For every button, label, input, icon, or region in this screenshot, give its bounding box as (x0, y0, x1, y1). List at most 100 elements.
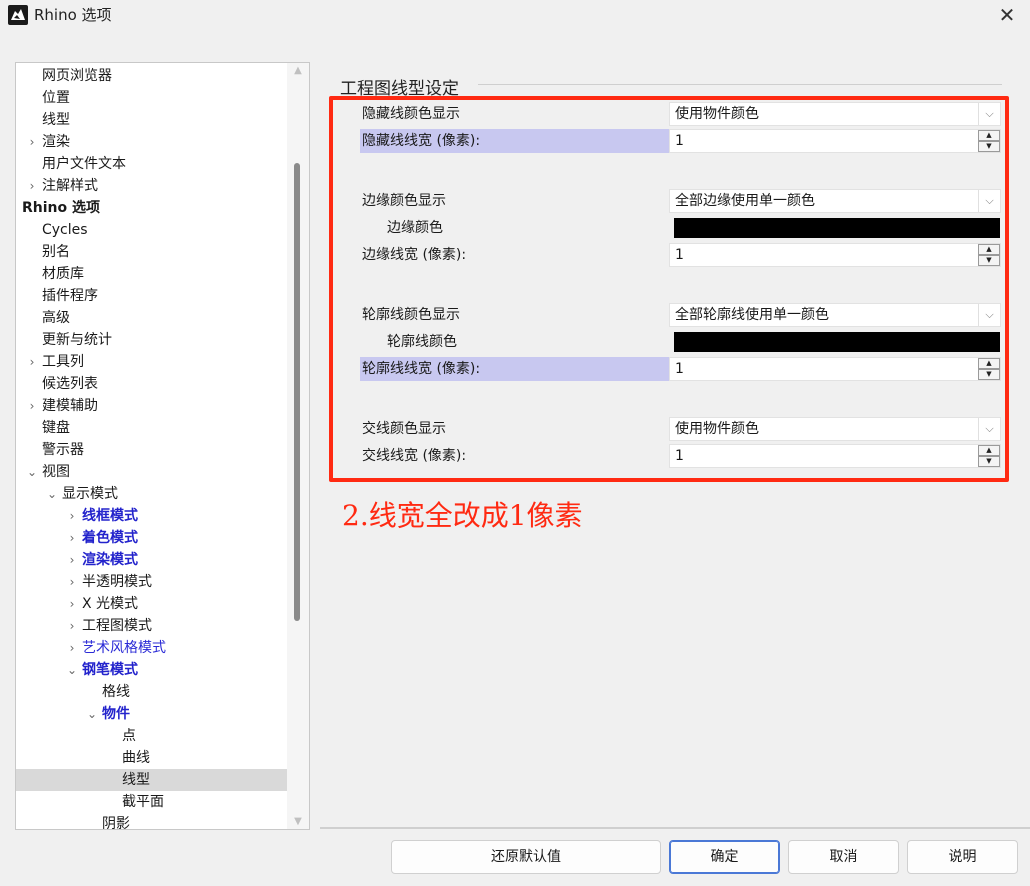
tree-item[interactable]: › 半透明模式 (16, 571, 287, 593)
tree-item[interactable]: 位置 (16, 87, 287, 109)
tree-item-label: 钢笔模式 (82, 662, 138, 678)
tree-item[interactable]: › 线框模式 (16, 505, 287, 527)
tree-item[interactable]: › 艺术风格模式 (16, 637, 287, 659)
close-icon: ✕ (998, 3, 1016, 27)
tree-item[interactable]: › 渲染模式 (16, 549, 287, 571)
chevron-down-icon[interactable]: ⌄ (45, 483, 59, 505)
help-button[interactable]: 说明 (907, 840, 1018, 874)
tree-item[interactable]: 别名 (16, 241, 287, 263)
tree-item[interactable]: ⌄ 物件 (16, 703, 287, 725)
window-title: Rhino 选项 (34, 6, 112, 24)
tree-scrollbar[interactable]: ▲ ▼ (287, 63, 309, 829)
tree-item-label: 线框模式 (82, 508, 138, 524)
tree-item-label: 警示器 (42, 442, 84, 458)
scrollbar-thumb[interactable] (294, 163, 300, 621)
chevron-down-icon[interactable]: ⌄ (65, 659, 79, 681)
tree-item-label: 网页浏览器 (42, 68, 112, 84)
tree-item[interactable]: Cycles (16, 219, 287, 241)
chevron-right-icon[interactable]: › (65, 549, 79, 571)
tree-item-label: 工程图模式 (82, 618, 152, 634)
tree-item[interactable]: 截平面 (16, 791, 287, 813)
tree-item[interactable]: 点 (16, 725, 287, 747)
tree-item-label: 阴影 (102, 816, 130, 830)
tree-item-label: 用户文件文本 (42, 156, 126, 172)
tree-item-label: 建模辅助 (42, 398, 98, 414)
tree-item-label: 材质库 (42, 266, 84, 282)
tree-item[interactable]: 键盘 (16, 417, 287, 439)
tree-item[interactable]: › 渲染 (16, 131, 287, 153)
tree-item-label: 艺术风格模式 (82, 640, 166, 656)
chevron-down-icon[interactable]: ⌄ (25, 461, 39, 483)
cancel-button[interactable]: 取消 (788, 840, 899, 874)
tree-item-label: 候选列表 (42, 376, 98, 392)
tree-item-label: 更新与统计 (42, 332, 112, 348)
close-button[interactable]: ✕ (992, 2, 1022, 28)
ok-button[interactable]: 确定 (669, 840, 780, 874)
tree-item[interactable]: 线型 (16, 109, 287, 131)
tree-item-label: 显示模式 (62, 486, 118, 502)
tree-item-label: 插件程序 (42, 288, 98, 304)
restore-defaults-button[interactable]: 还原默认值 (391, 840, 661, 874)
tree-item-label: Cycles (42, 222, 88, 238)
annotation-text: 2.线宽全改成1像素 (342, 499, 583, 532)
tree-item-label: 键盘 (42, 420, 70, 436)
tree-item[interactable]: ⌄ 钢笔模式 (16, 659, 287, 681)
tree-item[interactable]: › 工具列 (16, 351, 287, 373)
tree-item-label: 别名 (42, 244, 70, 260)
chevron-right-icon[interactable]: › (65, 593, 79, 615)
tree-item[interactable]: 警示器 (16, 439, 287, 461)
annotation-frame (329, 96, 1009, 482)
chevron-right-icon[interactable]: › (65, 615, 79, 637)
chevron-right-icon[interactable]: › (25, 131, 39, 153)
tree-item-label: 渲染模式 (82, 552, 138, 568)
rhino-app-icon (8, 5, 28, 25)
chevron-right-icon[interactable]: › (25, 175, 39, 197)
tree-item[interactable]: ⌄ 显示模式 (16, 483, 287, 505)
tree-item-label: 格线 (102, 684, 130, 700)
tree-item-label: 位置 (42, 90, 70, 106)
tree-item[interactable]: 线型 (16, 769, 287, 791)
scroll-down-icon[interactable]: ▼ (287, 816, 309, 827)
tree-item-label: 注解样式 (42, 178, 98, 194)
tree-item-label: 视图 (42, 464, 70, 480)
tree-item[interactable]: Rhino 选项 (16, 197, 287, 219)
options-tree[interactable]: 阴影 截平面 线型 曲线点 ⌄ 物件 格线 ⌄ 钢笔模式 › 艺术风格模式 › 工程图模式 › X 光模式 ›… (15, 62, 310, 830)
scroll-up-icon[interactable]: ▲ (287, 65, 309, 76)
section-divider (478, 84, 1002, 85)
tree-item[interactable]: › X 光模式 (16, 593, 287, 615)
tree-item[interactable]: 阴影 (16, 813, 287, 830)
tree-item[interactable]: 高级 (16, 307, 287, 329)
tree-item[interactable]: 材质库 (16, 263, 287, 285)
title-bar: Rhino 选项 ✕ (0, 0, 1030, 34)
tree-item-label: 着色模式 (82, 530, 138, 546)
tree-item-label: Rhino 选项 (22, 200, 101, 216)
tree-item-label: 线型 (42, 112, 70, 128)
tree-item[interactable]: 更新与统计 (16, 329, 287, 351)
tree-item[interactable]: › 建模辅助 (16, 395, 287, 417)
chevron-down-icon[interactable]: ⌄ (85, 703, 99, 725)
chevron-right-icon[interactable]: › (25, 351, 39, 373)
tree-item[interactable]: 网页浏览器 (16, 65, 287, 87)
tree-item[interactable]: 格线 (16, 681, 287, 703)
chevron-right-icon[interactable]: › (65, 527, 79, 549)
tree-item[interactable]: 候选列表 (16, 373, 287, 395)
tree-item-label: X 光模式 (82, 596, 139, 612)
chevron-right-icon[interactable]: › (25, 395, 39, 417)
tree-item-label: 工具列 (42, 354, 84, 370)
tree-item-label: 渲染 (42, 134, 70, 150)
chevron-right-icon[interactable]: › (65, 571, 79, 593)
tree-item-label: 线型 (122, 772, 150, 788)
tree-item[interactable]: 用户文件文本 (16, 153, 287, 175)
chevron-right-icon[interactable]: › (65, 505, 79, 527)
tree-item[interactable]: 曲线 (16, 747, 287, 769)
tree-item[interactable]: › 工程图模式 (16, 615, 287, 637)
tree-item[interactable]: › 注解样式 (16, 175, 287, 197)
bottom-divider (320, 827, 1030, 829)
tree-item[interactable]: › 着色模式 (16, 527, 287, 549)
chevron-right-icon[interactable]: › (65, 637, 79, 659)
tree-item-label: 物件 (102, 706, 130, 722)
tree-item-label: 截平面 (122, 794, 164, 810)
tree-item[interactable]: ⌄ 视图 (16, 461, 287, 483)
tree-item-label: 高级 (42, 310, 70, 326)
tree-item[interactable]: 插件程序 (16, 285, 287, 307)
